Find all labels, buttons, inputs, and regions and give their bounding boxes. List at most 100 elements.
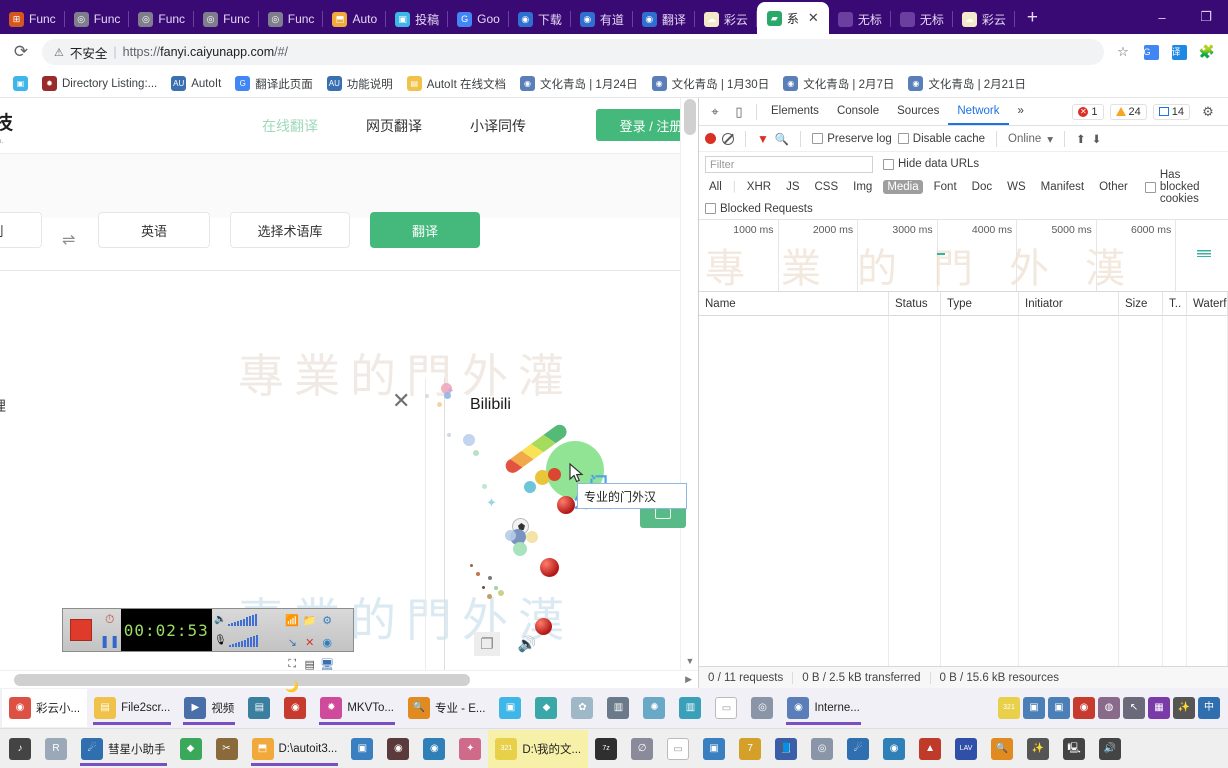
reload-icon[interactable]: ⟳ — [8, 39, 34, 65]
taskbar-item[interactable]: 🔊 — [1092, 730, 1128, 768]
maximize-button[interactable]: ❐ — [1184, 9, 1228, 25]
device-toolbar-icon[interactable]: ▯ — [727, 100, 751, 124]
filter-type-ws[interactable]: WS — [1003, 180, 1030, 194]
bookmark-item[interactable]: ◉ 文化青岛 | 1月24日 — [513, 73, 645, 95]
taskbar-item[interactable]: ▥ — [600, 689, 636, 727]
taskbar-item[interactable]: R — [38, 730, 74, 768]
taskbar-item[interactable]: ◉ — [876, 730, 912, 768]
column-header-status[interactable]: Status — [889, 291, 941, 316]
moon-monitor-icon[interactable]: 🌙 — [283, 675, 301, 697]
taskbar-item[interactable]: 🔍 专业 - E... — [401, 689, 492, 727]
bookmark-item[interactable]: ◉ 文化青岛 | 2月21日 — [901, 73, 1033, 95]
browser-tab[interactable]: ◉ 下载 — [509, 4, 571, 34]
speaker-icon[interactable]: 🔈 — [214, 614, 226, 625]
network-timeline[interactable]: 1000 ms 2000 ms 3000 ms 4000 ms 5000 ms 6000 … — [699, 220, 1228, 292]
page-vertical-scrollbar[interactable]: ▲ ▼ — [680, 98, 698, 670]
recorder-stop-area[interactable] — [63, 609, 99, 651]
preserve-log-checkbox[interactable]: Preserve log — [812, 133, 892, 145]
taskbar-item[interactable]: ◉ — [416, 730, 452, 768]
record-dot-icon[interactable] — [705, 133, 716, 144]
taskbar-item[interactable]: ◎ — [744, 689, 780, 727]
taskbar-item[interactable]: ♪ — [2, 730, 38, 768]
blocked-requests-checkbox[interactable]: Blocked Requests — [705, 203, 813, 215]
taskbar-item[interactable]: ▤ File2scr... — [87, 689, 177, 727]
funnel-icon[interactable]: ▼ — [757, 132, 769, 146]
column-header-size[interactable]: Size — [1119, 291, 1163, 316]
alarm-clock-icon[interactable]: ⏱ — [99, 609, 121, 630]
filter-type-all[interactable]: All — [705, 180, 726, 194]
filter-type-other[interactable]: Other — [1095, 180, 1132, 194]
bookmark-item[interactable]: ◉ 文化青岛 | 2月7日 — [776, 73, 901, 95]
checkbox-box[interactable] — [705, 203, 716, 214]
taskbar-item[interactable]: 🖳 — [1056, 730, 1092, 768]
scroll-down-arrow[interactable]: ▼ — [681, 652, 698, 670]
webcam-icon[interactable]: ◉ — [318, 631, 336, 653]
filter-type-font[interactable]: Font — [930, 180, 961, 194]
browser-tab[interactable]: ☁ 彩云 — [695, 4, 757, 34]
monitor-icon[interactable]: 🖥 — [318, 653, 336, 675]
hscroll-right-arrow[interactable]: ▶ — [685, 674, 692, 685]
browser-tab-active[interactable]: ▰ 系 ✕ — [756, 2, 829, 34]
filter-type-media[interactable]: Media — [883, 180, 923, 194]
column-header-type[interactable]: Type — [941, 291, 1019, 316]
taskbar-item[interactable]: 321 D:\我的文... — [488, 729, 589, 768]
checkbox-box[interactable] — [1144, 181, 1156, 193]
taskbar-item[interactable]: 🔍 — [984, 730, 1020, 768]
taskbar-item[interactable]: ✦ — [452, 730, 488, 768]
browser-tab[interactable]: ⊞ Func — [0, 4, 65, 34]
browser-tab[interactable]: ◉ 有道 — [571, 4, 633, 34]
taskbar-item[interactable]: ◉ — [380, 730, 416, 768]
google-translate-icon[interactable]: G — [1138, 39, 1164, 65]
download-arrow-icon[interactable]: ⬇ — [1092, 132, 1102, 146]
taskbar-item[interactable]: ▥ — [672, 689, 708, 727]
microphone-icon[interactable]: 🎙 — [214, 635, 227, 646]
taskbar-item[interactable]: ▣ — [492, 689, 528, 727]
message-badge[interactable]: 14 — [1152, 103, 1190, 120]
disable-cache-checkbox[interactable]: Disable cache — [897, 133, 985, 145]
filter-type-xhr[interactable]: XHR — [743, 180, 775, 194]
inspect-cursor-icon[interactable]: ⌖ — [703, 100, 727, 124]
taskbar-item[interactable]: ✺ — [636, 689, 672, 727]
column-header-t[interactable]: T.. — [1163, 291, 1187, 316]
bookmark-item[interactable]: AU AutoIt — [164, 73, 228, 94]
more-tabs-button[interactable]: » — [1009, 98, 1033, 125]
taskbar-item[interactable]: ▶ 视频 — [177, 689, 241, 727]
page-horizontal-scrollbar[interactable]: ▶ — [0, 670, 698, 688]
minimize-button[interactable]: – — [1140, 10, 1184, 25]
browser-tab[interactable]: ▣ 投稿 — [386, 4, 449, 34]
taskbar-item[interactable]: ▣ — [696, 730, 732, 768]
taskbar-item[interactable]: 📘 — [768, 730, 804, 768]
hscroll-thumb[interactable] — [14, 674, 470, 686]
devtools-tab-console[interactable]: Console — [828, 98, 888, 125]
gear-icon[interactable]: ⚙ — [318, 609, 336, 631]
taskbar-item[interactable]: ◉ Interne... — [780, 689, 866, 727]
taskbar-item[interactable]: ▭ — [660, 730, 696, 768]
minimize-arrow-icon[interactable]: ↘ — [283, 631, 301, 653]
checkbox-box[interactable] — [812, 133, 824, 144]
close-x-icon[interactable]: ✕ — [301, 631, 319, 653]
bookmark-item[interactable]: G 翻译此页面 — [228, 73, 320, 95]
throttle-select[interactable]: Online — [1008, 133, 1041, 145]
pause-icon[interactable]: ❚❚ — [99, 630, 121, 651]
taskbar-item[interactable]: ✹ MKVTo... — [313, 689, 401, 727]
clear-ban-icon[interactable] — [722, 132, 734, 145]
browser-tab[interactable]: ◎ Func — [129, 4, 195, 34]
new-tab-button[interactable]: + — [1015, 4, 1050, 34]
taskbar-item[interactable]: ∅ — [624, 730, 660, 768]
taskbar-item[interactable]: ⬒ D:\autoit3... — [245, 730, 345, 768]
tab-close-icon[interactable]: ✕ — [808, 10, 819, 26]
filter-type-manifest[interactable]: Manifest — [1037, 180, 1088, 194]
target-language-select[interactable]: 英语 — [98, 212, 210, 248]
has-blocked-cookies-checkbox[interactable]: Has blocked cookies — [1144, 169, 1222, 205]
column-header-waterfall[interactable]: Waterfall — [1187, 291, 1228, 316]
requests-table-body[interactable] — [699, 316, 1228, 700]
browser-tab[interactable]: ◉ 翻译 — [633, 4, 695, 34]
devtools-tab-elements[interactable]: Elements — [762, 98, 828, 125]
address-bar[interactable]: ⚠ 不安全 | https://fanyi.caiyunapp.com/#/ — [42, 39, 1104, 65]
devtools-tab-sources[interactable]: Sources — [888, 98, 948, 125]
bookmark-item[interactable]: AU 功能说明 — [320, 73, 400, 95]
site-nav-item[interactable]: 在线翻译 — [262, 116, 318, 136]
browser-tab[interactable]: ◎ Func — [194, 4, 259, 34]
filter-type-doc[interactable]: Doc — [968, 180, 996, 194]
folder-icon[interactable]: 📁 — [301, 609, 319, 631]
